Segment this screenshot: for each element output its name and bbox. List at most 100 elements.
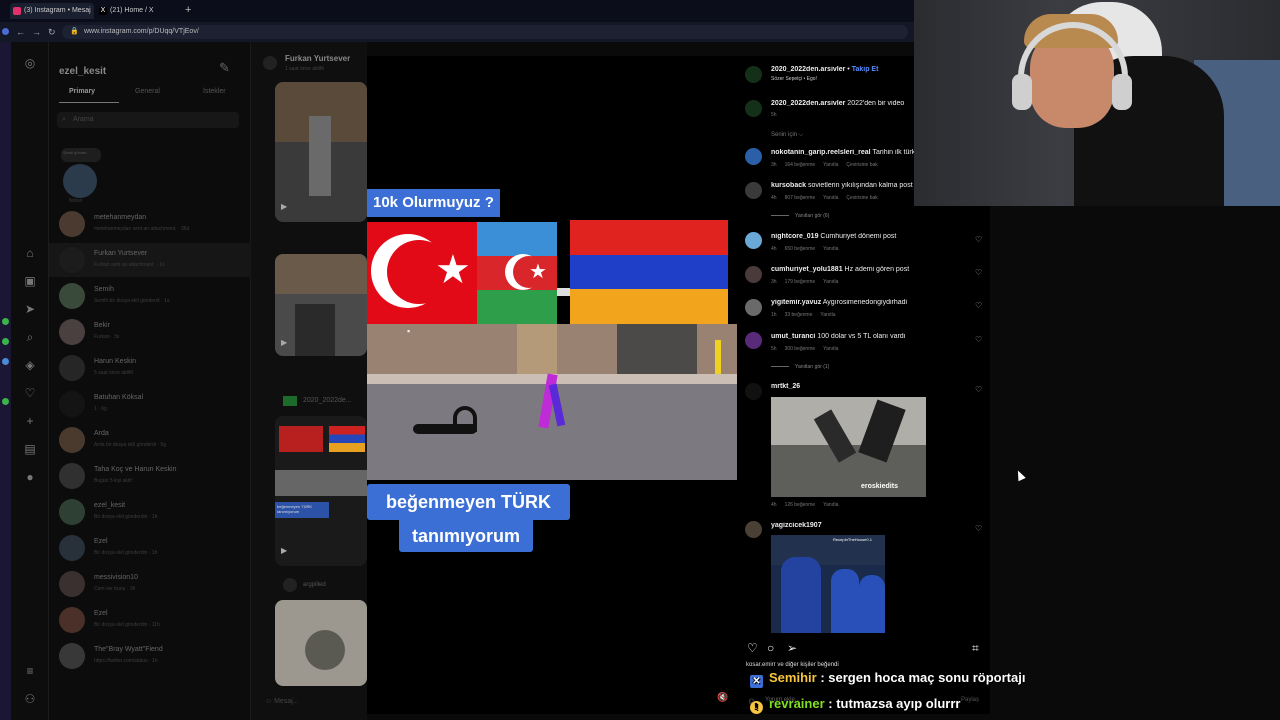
post-author[interactable]: 2020_2022den.arsivler	[771, 66, 845, 73]
shared-reel-thumbnail[interactable]: beğenmeyen TÜRK tanımıyorum ▶	[275, 416, 367, 566]
back-icon[interactable]: ←	[16, 26, 25, 38]
instagram-logo-icon[interactable]: ◎	[23, 56, 37, 70]
app-icon[interactable]	[2, 398, 9, 405]
avatar[interactable]	[745, 232, 762, 249]
reload-icon[interactable]: ↻	[48, 26, 56, 38]
bookmark-icon[interactable]: ⌗	[972, 641, 979, 655]
dm-thread[interactable]: Taha Koç ve Harun Keskin Bugün 5 kişi akt…	[49, 459, 251, 493]
reply-button[interactable]: Yanıtla	[823, 502, 838, 508]
dm-thread[interactable]: messivision10 Cem ver bunu · 3h	[49, 567, 251, 601]
comment-user[interactable]: umut_turanci	[771, 333, 815, 340]
like-comment-icon[interactable]: ♡	[975, 268, 982, 277]
comment-user[interactable]: nightcore_019	[771, 233, 818, 240]
dm-thread-active[interactable]: Furkan Yurtsever Furkan sent an attachmen…	[49, 243, 251, 277]
url-field[interactable]: 🔒 www.instagram.com/p/DUqq/VTjEov/	[62, 25, 908, 39]
tab-instagram[interactable]: (3) Instagram • Mesaj	[10, 3, 94, 19]
forward-icon[interactable]: →	[32, 26, 41, 38]
liked-by[interactable]: kosar.emirr ve diğer kişiler beğendi	[746, 662, 839, 668]
app-icon[interactable]	[2, 338, 9, 345]
share-icon[interactable]: ➢	[787, 641, 797, 655]
reply-button[interactable]: Yanıtla	[823, 279, 838, 285]
post-comment-button[interactable]: Paylaş	[961, 697, 979, 703]
dm-username[interactable]: ezel_kesit	[59, 66, 106, 77]
dm-thread[interactable]: Bekir Furkan · 3s	[49, 315, 251, 349]
note[interactable]: Şimdi gönder...	[59, 146, 103, 198]
app-icon[interactable]	[2, 28, 9, 35]
like-comment-icon[interactable]: ♡	[975, 524, 982, 533]
dashboard-icon[interactable]: ▤	[23, 442, 37, 456]
app-icon[interactable]	[2, 358, 9, 365]
menu-icon[interactable]: ≡	[23, 664, 37, 678]
reel-video[interactable]: 10k Olurmuyuz ? ★ ★ ▪ beğenmeyen TÜRK ta…	[367, 56, 737, 714]
tab-primary[interactable]: Primary	[69, 88, 95, 95]
shared-image[interactable]: ▶	[275, 254, 367, 356]
avatar[interactable]	[745, 332, 762, 349]
view-replies[interactable]: Yanıtları gör (1)	[771, 364, 829, 370]
avatar[interactable]	[745, 100, 762, 117]
like-comment-icon[interactable]: ♡	[975, 385, 982, 394]
avatar[interactable]	[745, 521, 762, 538]
comment-likes[interactable]: 807 beğenme	[785, 195, 816, 201]
dm-thread[interactable]: Ezel Bir dosya ekli gönderdin · 11h	[49, 603, 251, 637]
message-input[interactable]: ☺ Mesaj...	[265, 698, 299, 705]
dm-thread[interactable]: Ezel Bir dosya ekli gönderdin · 1h	[49, 531, 251, 565]
comment-likes[interactable]: 33 beğenme	[785, 312, 813, 318]
avatar[interactable]	[745, 383, 762, 400]
messages-icon[interactable]: ➤	[23, 302, 37, 316]
comment-icon[interactable]: ○	[767, 641, 774, 655]
speaker-muted-icon[interactable]: 🔇	[717, 692, 728, 703]
caption-user[interactable]: 2020_2022den.arsivler	[771, 100, 845, 107]
comment-user[interactable]: yagizcicek1907	[771, 522, 822, 529]
view-replies[interactable]: Yanıtları gör (6)	[771, 213, 829, 219]
dm-thread[interactable]: Arda Arda bir dosya ekli gönderdi · 5g	[49, 423, 251, 457]
dm-search-input[interactable]: ⌕ Arama	[57, 112, 239, 128]
compose-icon[interactable]: ✎	[219, 60, 230, 76]
follow-button[interactable]: Takip Et	[852, 66, 879, 73]
post-audio[interactable]: Sözer Sepetçi • Ego!	[771, 76, 817, 82]
dm-thread[interactable]: Harun Keskin 5 saat önce aktifti	[49, 351, 251, 385]
reply-button[interactable]: Yanıtla	[823, 246, 838, 252]
profile-avatar-icon[interactable]: ●	[23, 470, 37, 484]
comment-user[interactable]: nokotanin_garip.reelsleri_real	[771, 149, 871, 156]
translate-button[interactable]: Çevirisine bak	[846, 162, 877, 168]
new-tab-button[interactable]: +	[185, 4, 191, 16]
dm-thread[interactable]: metehanmeydan metehanmeydan sent an attac…	[49, 207, 251, 241]
like-comment-icon[interactable]: ♡	[975, 235, 982, 244]
like-comment-icon[interactable]: ♡	[975, 301, 982, 310]
comment-image[interactable]: RecepInTheHouse0.1	[771, 535, 885, 633]
heart-icon[interactable]: ♡	[23, 386, 37, 400]
avatar[interactable]	[745, 266, 762, 283]
dm-thread[interactable]: ezel_kesit Bir dosya ekli gönderdin · 1h	[49, 495, 251, 529]
shared-post-user[interactable]: 2020_2022de...	[303, 397, 352, 404]
home-icon[interactable]: ⌂	[23, 246, 37, 260]
explore-icon[interactable]: ◈	[23, 358, 37, 372]
comment-image[interactable]: eroskiedits	[771, 397, 926, 497]
comment-user[interactable]: mrtkt_26	[771, 383, 800, 390]
avatar[interactable]	[745, 148, 762, 165]
create-icon[interactable]: +	[23, 414, 37, 428]
sort-comments[interactable]: Senin için ⌵	[771, 132, 803, 139]
comment-likes[interactable]: 179 beğenme	[785, 279, 816, 285]
reply-button[interactable]: Yanıtla	[823, 346, 838, 352]
meta-icon[interactable]: ⚇	[23, 692, 37, 706]
like-comment-icon[interactable]: ♡	[975, 335, 982, 344]
reply-button[interactable]: Yanıtla	[823, 162, 838, 168]
search-icon[interactable]: ⌕	[23, 330, 37, 344]
shared-image[interactable]: ▶	[275, 82, 367, 222]
tab-x-home[interactable]: X (21) Home / X	[96, 3, 180, 19]
comment-likes[interactable]: 126 beğenme	[785, 502, 816, 508]
comment-user[interactable]: cumhuriyet_yolu1881	[771, 266, 843, 273]
reply-button[interactable]: Yanıtla	[823, 195, 838, 201]
comment-user[interactable]: yigitemir.yavuz	[771, 299, 821, 306]
comment-likes[interactable]: 300 beğenme	[785, 346, 816, 352]
shared-post-user[interactable]: argpilled	[303, 582, 326, 588]
comment-likes[interactable]: 650 beğenme	[785, 246, 816, 252]
like-icon[interactable]: ♡	[747, 641, 758, 655]
avatar[interactable]	[745, 66, 762, 83]
dm-thread[interactable]: The"Bray Wyatt"Fiend https://twitter.com/…	[49, 639, 251, 673]
avatar[interactable]	[745, 299, 762, 316]
avatar[interactable]	[745, 182, 762, 199]
reels-icon[interactable]: ▣	[23, 274, 37, 288]
comment-user[interactable]: kursoback	[771, 182, 806, 189]
tab-requests[interactable]: İstekler	[203, 88, 226, 95]
